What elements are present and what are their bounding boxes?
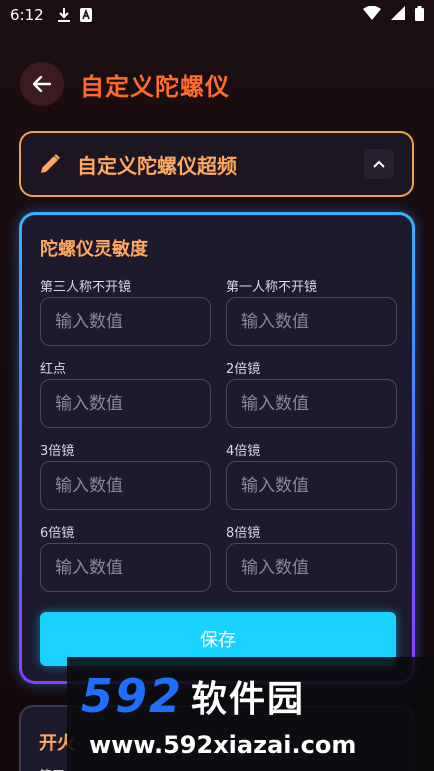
field-label-2x-scope: 2倍镜 (226, 362, 261, 377)
red-dot-input[interactable] (40, 379, 211, 428)
status-time: 6:12 (10, 6, 44, 24)
4x-scope-input[interactable] (226, 461, 397, 510)
page-title: 自定义陀螺仪 (80, 72, 230, 101)
watermark-name: 软件园 (191, 679, 306, 720)
fpp-no-scope-input[interactable] (226, 297, 397, 346)
6x-scope-input[interactable] (40, 543, 211, 592)
site-watermark: 592 软件园 www.592xiazai.com (67, 657, 434, 771)
8x-scope-input[interactable] (226, 543, 397, 592)
gyro-overclock-toggle[interactable]: 自定义陀螺仪超频 (19, 131, 414, 197)
chevron-up-icon[interactable] (364, 149, 394, 179)
watermark-logo: 592 软件园 (81, 669, 305, 723)
field-label-6x-scope: 6倍镜 (40, 526, 75, 541)
download-icon (57, 8, 70, 22)
battery-icon (415, 5, 424, 25)
status-bar: 6:12 (0, 0, 434, 30)
field-label-fpp-no-scope: 第一人称不开镜 (226, 280, 318, 295)
2x-scope-input[interactable] (226, 379, 397, 428)
watermark-url: www.592xiazai.com (89, 731, 357, 759)
fire-field-label: 第三 (39, 765, 65, 771)
back-button[interactable] (20, 62, 64, 106)
app-header: 自定义陀螺仪 (20, 62, 230, 106)
collapse-section-title: 自定义陀螺仪超频 (77, 153, 237, 178)
sensitivity-title: 陀螺仪灵敏度 (40, 239, 148, 260)
3x-scope-input[interactable] (40, 461, 211, 510)
field-label-8x-scope: 8倍镜 (226, 526, 261, 541)
arrow-left-icon (33, 76, 51, 92)
field-label-tpp-no-scope: 第三人称不开镜 (40, 280, 132, 295)
pencil-icon (39, 153, 61, 175)
a-icon (79, 8, 92, 22)
field-label-4x-scope: 4倍镜 (226, 444, 261, 459)
signal-icon (391, 6, 405, 24)
sensitivity-card: 陀螺仪灵敏度 第三人称不开镜 第一人称不开镜 红点 2倍镜 3倍镜 4倍镜 6倍… (19, 212, 415, 684)
tpp-no-scope-input[interactable] (40, 297, 211, 346)
field-label-red-dot: 红点 (40, 362, 67, 377)
watermark-number: 592 (81, 669, 184, 723)
field-label-3x-scope: 3倍镜 (40, 444, 75, 459)
wifi-icon (363, 5, 381, 24)
